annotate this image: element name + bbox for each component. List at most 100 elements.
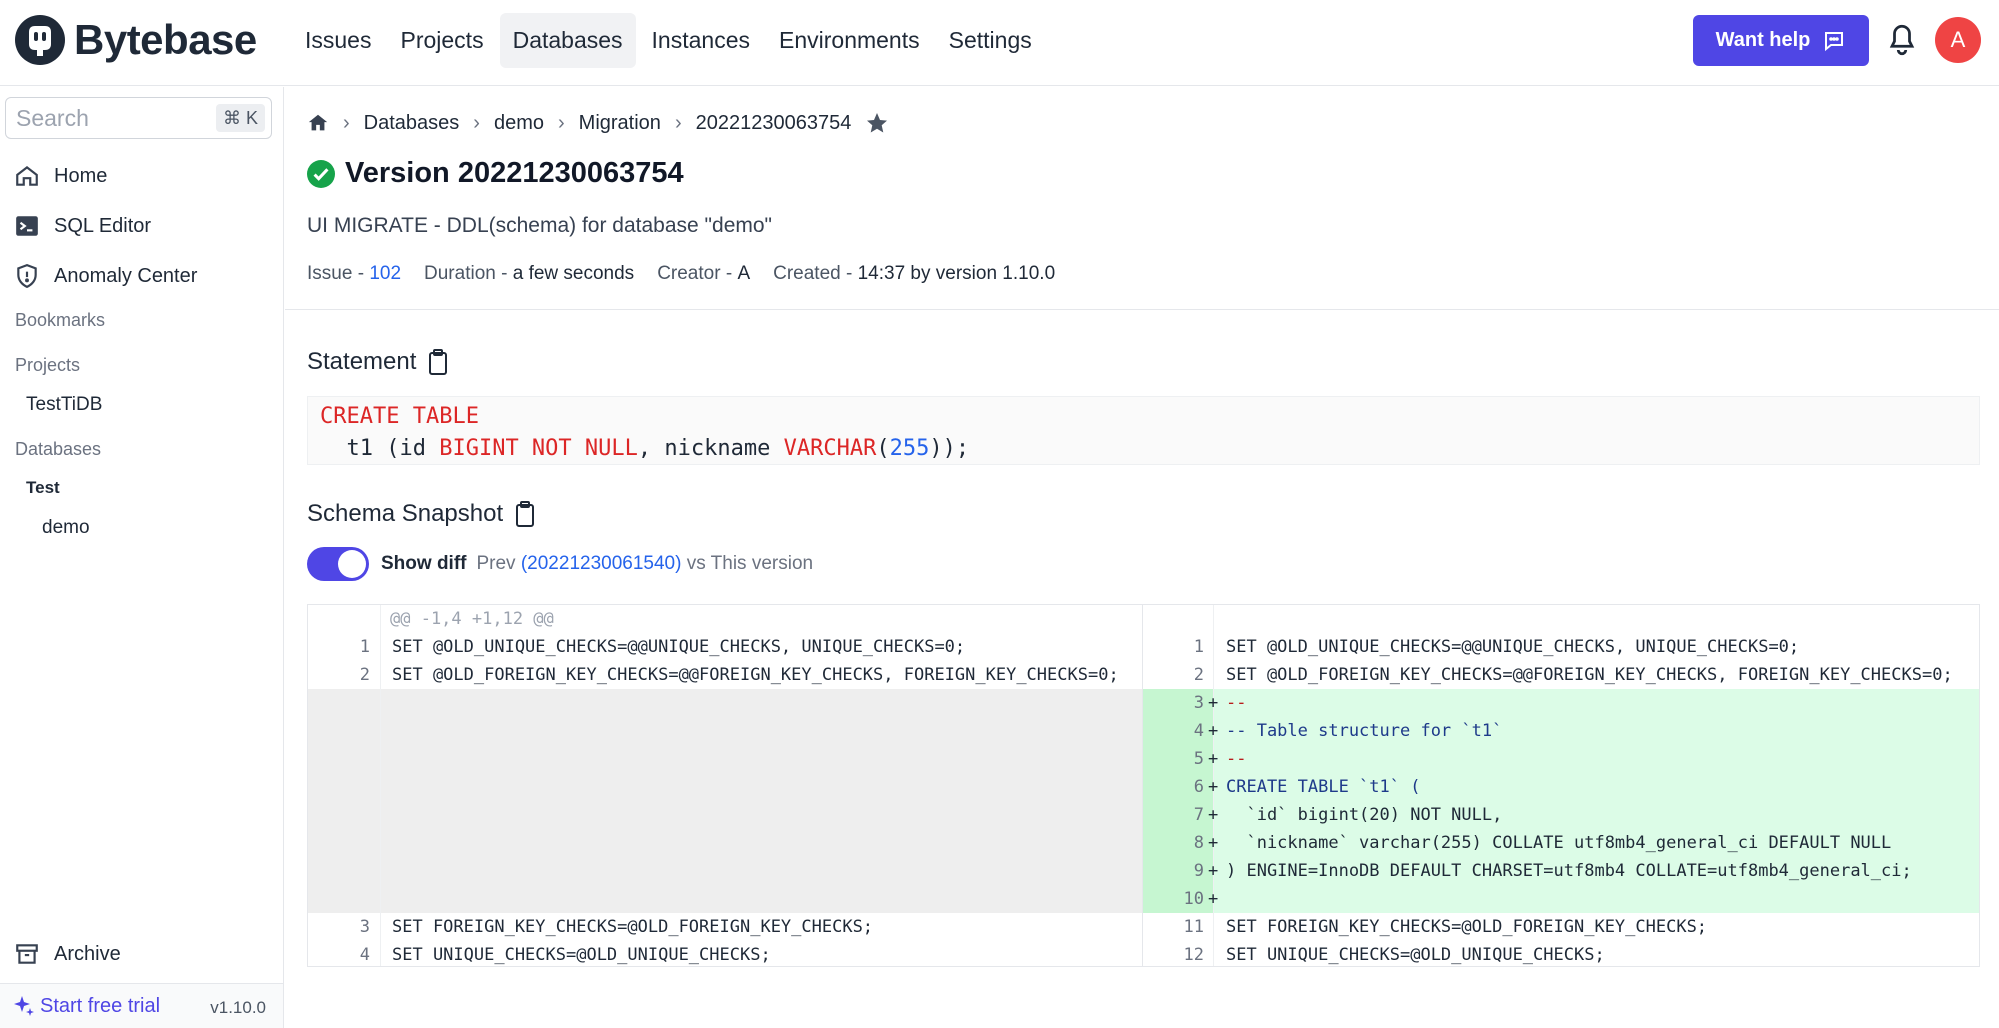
line-number: 7 — [1193, 805, 1204, 825]
search-box[interactable]: ⌘ K — [5, 97, 272, 139]
line-number: 6 — [1193, 777, 1204, 797]
statement-code: CREATE TABLE t1 (id BIGINT NOT NULL, nic… — [307, 396, 1980, 465]
snapshot-title: Schema Snapshot — [307, 500, 504, 527]
statement-text: t1 (id — [320, 436, 440, 461]
code-line: SET FOREIGN_KEY_CHECKS=@OLD_FOREIGN_KEY_… — [1226, 917, 1708, 937]
sidebar-item-project[interactable]: TestTiDB — [26, 394, 102, 416]
nav-environments[interactable]: Environments — [766, 13, 933, 68]
diff-sign: + — [1208, 749, 1219, 769]
statement-text: )); — [929, 436, 970, 461]
code-line: SET @OLD_FOREIGN_KEY_CHECKS=@@FOREIGN_KE… — [392, 665, 1119, 685]
want-help-button[interactable]: Want help — [1693, 15, 1869, 66]
chevron-right-icon: › — [473, 111, 480, 134]
diff-row: 1 SET @OLD_UNIQUE_CHECKS=@@UNIQUE_CHECKS… — [308, 633, 1979, 661]
diff-row: 3 SET FOREIGN_KEY_CHECKS=@OLD_FOREIGN_KE… — [308, 913, 1979, 941]
created-label: Created - — [773, 263, 853, 284]
home-icon[interactable] — [307, 112, 329, 134]
code-line: -- — [1226, 693, 1247, 713]
code-line: SET @OLD_UNIQUE_CHECKS=@@UNIQUE_CHECKS, … — [1226, 637, 1800, 657]
diff-row-added: 4 + -- Table structure for `t1` — [308, 717, 1979, 745]
sparkle-icon — [14, 996, 34, 1016]
sidebar-item-anomaly-center[interactable]: Anomaly Center — [14, 258, 197, 294]
code-line: ) ENGINE=InnoDB DEFAULT CHARSET=utf8mb4 … — [1226, 861, 1912, 881]
statement-keyword: VARCHAR — [783, 436, 877, 461]
statement-title: Statement — [307, 348, 417, 375]
sidebar-item-archive[interactable]: Archive — [14, 941, 121, 967]
migration-meta: Issue - 102 Duration - a few seconds Cre… — [307, 263, 1055, 285]
sidebar-projects-header[interactable]: Projects — [15, 355, 80, 376]
sidebar-footer: Start free trial v1.10.0 — [0, 983, 283, 1028]
diff-row-added: 7 + `id` bigint(20) NOT NULL, — [308, 801, 1979, 829]
issue-link[interactable]: 102 — [369, 263, 401, 285]
diff-sign: + — [1208, 721, 1219, 741]
nav-instances[interactable]: Instances — [639, 13, 763, 68]
schema-diff-view[interactable]: @@ -1,4 +1,12 @@ 1 SET @OLD_UNIQUE_CHECK… — [307, 604, 1980, 967]
code-line: -- — [1226, 749, 1247, 769]
check-circle-icon — [307, 159, 335, 188]
line-number: 1 — [1193, 637, 1204, 657]
diff-row-added: 3 + -- — [308, 689, 1979, 717]
diff-row-added: 5 + -- — [308, 745, 1979, 773]
show-diff-toggle[interactable] — [307, 547, 369, 581]
main-content: › Databases › demo › Migration › 2022123… — [285, 87, 1999, 1028]
prev-version-link[interactable]: (20221230061540) — [521, 553, 682, 574]
shield-icon — [17, 264, 37, 289]
diff-sign: + — [1208, 889, 1219, 909]
clipboard-icon[interactable] — [426, 348, 450, 376]
diff-row: 2 SET @OLD_FOREIGN_KEY_CHECKS=@@FOREIGN_… — [308, 661, 1979, 689]
app-version: v1.10.0 — [210, 998, 266, 1017]
star-icon[interactable] — [865, 111, 889, 135]
line-number: 4 — [359, 945, 370, 965]
app-name: Bytebase — [74, 16, 257, 63]
statement-keyword: CREATE TABLE — [320, 404, 479, 429]
bell-icon[interactable] — [1887, 22, 1917, 58]
statement-number: 255 — [889, 436, 930, 461]
code-line: SET @OLD_FOREIGN_KEY_CHECKS=@@FOREIGN_KE… — [1226, 665, 1953, 685]
nav-settings[interactable]: Settings — [936, 13, 1045, 68]
show-diff-row: Show diff Prev (20221230061540) vs This … — [307, 547, 813, 581]
duration-value: a few seconds — [512, 263, 635, 284]
diff-sign: + — [1208, 861, 1219, 881]
breadcrumb: › Databases › demo › Migration › 2022123… — [307, 108, 889, 138]
line-number: 5 — [1193, 749, 1204, 769]
home-icon — [16, 165, 38, 186]
code-line: `nickname` varchar(255) COLLATE utf8mb4_… — [1226, 833, 1892, 853]
code-line: -- Table structure for `t1` — [1226, 721, 1503, 741]
diff-row-added: 8 + `nickname` varchar(255) COLLATE utf8… — [308, 829, 1979, 857]
diff-row: 4 SET UNIQUE_CHECKS=@OLD_UNIQUE_CHECKS; … — [308, 941, 1979, 966]
avatar[interactable]: A — [1935, 17, 1981, 63]
nav-issues[interactable]: Issues — [292, 13, 384, 68]
prev-version-text: Prev (20221230061540) vs This version — [476, 553, 813, 575]
chevron-right-icon: › — [558, 111, 565, 134]
sidebar-item-database[interactable]: demo — [42, 517, 90, 539]
line-number: 10 — [1183, 889, 1204, 909]
toggle-knob — [338, 550, 366, 578]
chat-icon — [1825, 31, 1844, 51]
sidebar-item-home[interactable]: Home — [14, 158, 107, 194]
start-free-trial-link[interactable]: Start free trial — [12, 994, 160, 1018]
want-help-label: Want help — [1715, 29, 1811, 51]
sidebar-env-group[interactable]: Test — [26, 478, 60, 498]
clipboard-icon[interactable] — [513, 500, 537, 528]
line-number: 8 — [1193, 833, 1204, 853]
code-line: SET UNIQUE_CHECKS=@OLD_UNIQUE_CHECKS; — [392, 945, 771, 965]
breadcrumb-migration[interactable]: Migration — [579, 112, 661, 135]
logo[interactable]: Bytebase — [14, 14, 257, 66]
diff-hunk-header: @@ -1,4 +1,12 @@ — [308, 605, 1979, 633]
sidebar-bookmarks[interactable]: Bookmarks — [15, 310, 105, 331]
nav-databases[interactable]: Databases — [499, 13, 636, 68]
line-number: 9 — [1193, 861, 1204, 881]
sidebar-databases-header[interactable]: Databases — [15, 439, 101, 460]
line-number: 2 — [1193, 665, 1204, 685]
breadcrumb-demo[interactable]: demo — [494, 112, 544, 135]
sidebar-item-label: Anomaly Center — [54, 264, 198, 287]
search-input[interactable] — [6, 98, 206, 138]
main-nav: Issues Projects Databases Instances Envi… — [292, 13, 1048, 68]
diff-row-added: 9 + ) ENGINE=InnoDB DEFAULT CHARSET=utf8… — [308, 857, 1979, 885]
sidebar-item-sql-editor[interactable]: SQL Editor — [14, 208, 151, 244]
breadcrumb-databases[interactable]: Databases — [364, 112, 460, 135]
diff-sign: + — [1208, 833, 1219, 853]
diff-sign: + — [1208, 777, 1219, 797]
line-number: 4 — [1193, 721, 1204, 741]
nav-projects[interactable]: Projects — [387, 13, 496, 68]
